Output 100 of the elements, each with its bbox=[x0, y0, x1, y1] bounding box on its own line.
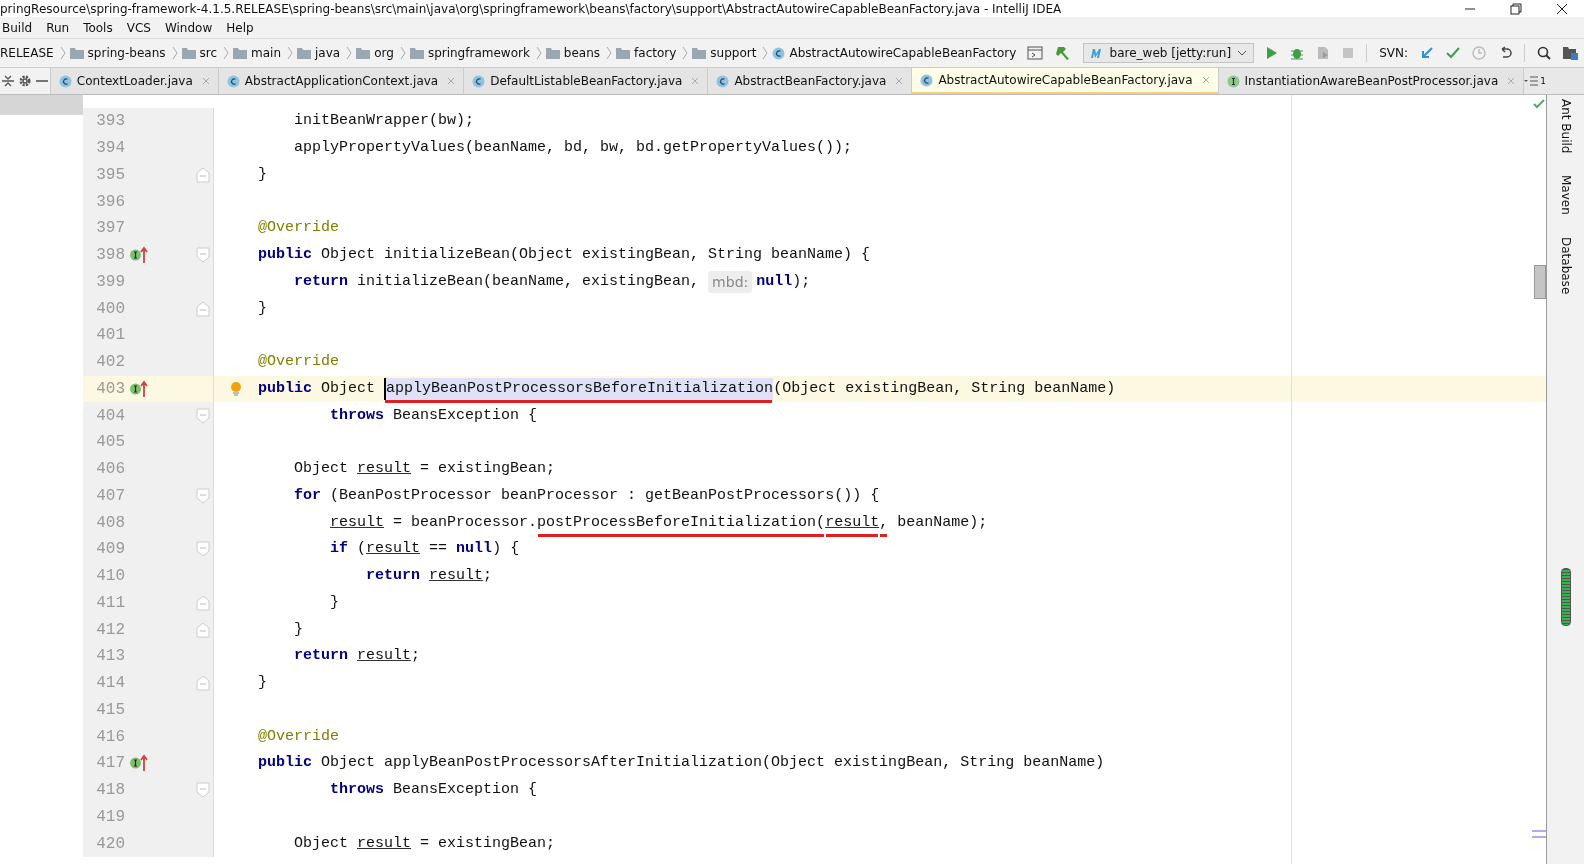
breadcrumb-item[interactable]: springframework bbox=[427, 46, 530, 60]
code-text: ; bbox=[483, 566, 493, 587]
code-text: , bbox=[879, 511, 889, 534]
line-number: 403 bbox=[95, 379, 125, 398]
class-icon bbox=[920, 73, 934, 87]
breadcrumb-item[interactable]: src bbox=[199, 46, 218, 60]
fold-icon[interactable] bbox=[196, 675, 210, 692]
maven-icon bbox=[1089, 47, 1104, 59]
annotation: @Override bbox=[258, 352, 339, 373]
collapse-icon[interactable] bbox=[1, 74, 16, 88]
folder-icon bbox=[692, 47, 707, 59]
run-config-dropdown[interactable]: bare_web [jetty:run] bbox=[1082, 43, 1255, 63]
class-icon bbox=[472, 74, 486, 88]
breadcrumb-item[interactable]: factory bbox=[634, 46, 677, 60]
undo-icon[interactable] bbox=[1498, 46, 1512, 60]
line-number: 399 bbox=[95, 272, 125, 291]
line-number: 395 bbox=[95, 165, 125, 184]
tool-window-button[interactable]: Maven bbox=[1558, 175, 1573, 216]
close-icon[interactable] bbox=[1556, 2, 1568, 15]
svn-label: SVN: bbox=[1379, 46, 1408, 60]
tool-window-button[interactable]: Ant Build bbox=[1558, 99, 1573, 154]
class-icon bbox=[58, 74, 72, 88]
fold-icon[interactable] bbox=[196, 594, 210, 611]
keyword: public bbox=[258, 753, 312, 774]
check-icon bbox=[1533, 99, 1545, 109]
line-number: 404 bbox=[95, 406, 125, 425]
line-number: 400 bbox=[95, 299, 125, 318]
code-text: = existingBean; bbox=[420, 833, 556, 854]
chevron-icon bbox=[223, 46, 230, 60]
menu-item[interactable]: Tools bbox=[83, 20, 113, 35]
menu-item[interactable]: Build bbox=[2, 20, 33, 35]
editor-tab[interactable]: DefaultListableBeanFactory.java bbox=[464, 68, 709, 94]
fold-icon[interactable] bbox=[196, 166, 210, 183]
hammer-icon[interactable] bbox=[1054, 45, 1071, 61]
line-number: 415 bbox=[95, 700, 125, 719]
breadcrumb-item[interactable]: RELEASE bbox=[0, 46, 54, 60]
code-text: Object bbox=[294, 459, 350, 480]
menu-item[interactable]: Help bbox=[226, 20, 254, 35]
code-text: beanName); bbox=[897, 512, 988, 533]
search-icon[interactable] bbox=[1537, 46, 1551, 60]
fold-icon[interactable] bbox=[196, 487, 210, 504]
implements-marker-icon[interactable] bbox=[129, 754, 149, 773]
folder-icon bbox=[69, 47, 84, 59]
breadcrumb-item[interactable]: AbstractAutowireCapableBeanFactory bbox=[789, 46, 1017, 60]
chevron-icon bbox=[399, 46, 406, 60]
fold-icon[interactable] bbox=[196, 621, 210, 638]
breadcrumb-item[interactable]: spring-beans bbox=[87, 46, 166, 60]
terminal-icon[interactable] bbox=[1026, 46, 1043, 60]
keyword: throws bbox=[330, 405, 385, 426]
fold-icon[interactable] bbox=[196, 300, 210, 317]
tab-list-button[interactable]: 1 bbox=[1524, 68, 1584, 94]
line-number: 405 bbox=[95, 433, 125, 452]
editor-tab[interactable]: InstantiationAwareBeanPostProcessor.java bbox=[1218, 68, 1525, 94]
line-number: 418 bbox=[95, 781, 125, 800]
run-icon[interactable] bbox=[1266, 46, 1279, 60]
variable-name: result bbox=[357, 646, 412, 667]
editor-tab[interactable]: ContextLoader.java bbox=[50, 68, 219, 94]
fold-icon[interactable] bbox=[196, 782, 210, 799]
scrollbar-thumb[interactable] bbox=[1534, 265, 1546, 299]
breadcrumb-item[interactable]: support bbox=[710, 46, 757, 60]
implements-marker-icon[interactable] bbox=[129, 246, 149, 265]
implements-marker-icon[interactable] bbox=[129, 379, 149, 398]
settings-icon[interactable] bbox=[17, 74, 32, 88]
keyword: if bbox=[330, 539, 349, 560]
fold-icon[interactable] bbox=[196, 247, 210, 264]
fold-icon[interactable] bbox=[196, 407, 210, 424]
breadcrumb-item[interactable]: main bbox=[251, 46, 282, 60]
code-text: } bbox=[294, 619, 304, 640]
code-text: } bbox=[258, 164, 267, 185]
fold-icon[interactable] bbox=[196, 541, 210, 558]
menu-item[interactable]: Run bbox=[46, 20, 70, 35]
line-number: 412 bbox=[95, 620, 125, 639]
folder-icon bbox=[181, 47, 196, 59]
clock-icon[interactable] bbox=[1472, 46, 1486, 60]
code-text: postProcessBeforeInitialization( bbox=[537, 511, 826, 534]
menu-item[interactable]: Window bbox=[164, 20, 213, 35]
keyword: null bbox=[456, 539, 493, 560]
restore-icon[interactable] bbox=[1510, 2, 1522, 15]
tool-window-button[interactable]: Database bbox=[1558, 237, 1573, 295]
breadcrumb-item[interactable]: beans bbox=[563, 46, 601, 60]
chevron-icon bbox=[287, 46, 294, 60]
stop-icon[interactable] bbox=[1342, 47, 1355, 59]
editor-tab[interactable]: AbstractApplicationContext.java bbox=[218, 68, 465, 94]
lightbulb-icon[interactable] bbox=[230, 380, 242, 397]
editor-tab[interactable]: AbstractAutowireCapableBeanFactory.java bbox=[912, 68, 1219, 94]
code-text: = beanProcessor. bbox=[393, 512, 538, 533]
folder-icon bbox=[297, 47, 312, 59]
menu-item[interactable]: VCS bbox=[126, 20, 151, 35]
code-text: } bbox=[330, 592, 340, 613]
breadcrumb-item[interactable]: java bbox=[315, 46, 341, 60]
line-number: 402 bbox=[95, 353, 125, 372]
editor-tab[interactable]: AbstractBeanFactory.java bbox=[708, 68, 913, 94]
code-text: initializeBean(beanName, existingBean, bbox=[357, 271, 701, 292]
keyword: null bbox=[756, 271, 793, 292]
bug-icon[interactable] bbox=[1290, 46, 1305, 60]
update-arrow-icon[interactable] bbox=[1420, 46, 1434, 60]
project-structure-icon[interactable] bbox=[1563, 46, 1578, 60]
check-icon[interactable] bbox=[1446, 46, 1460, 60]
coverage-icon[interactable] bbox=[1316, 46, 1331, 60]
breadcrumb-item[interactable]: org bbox=[374, 46, 394, 60]
